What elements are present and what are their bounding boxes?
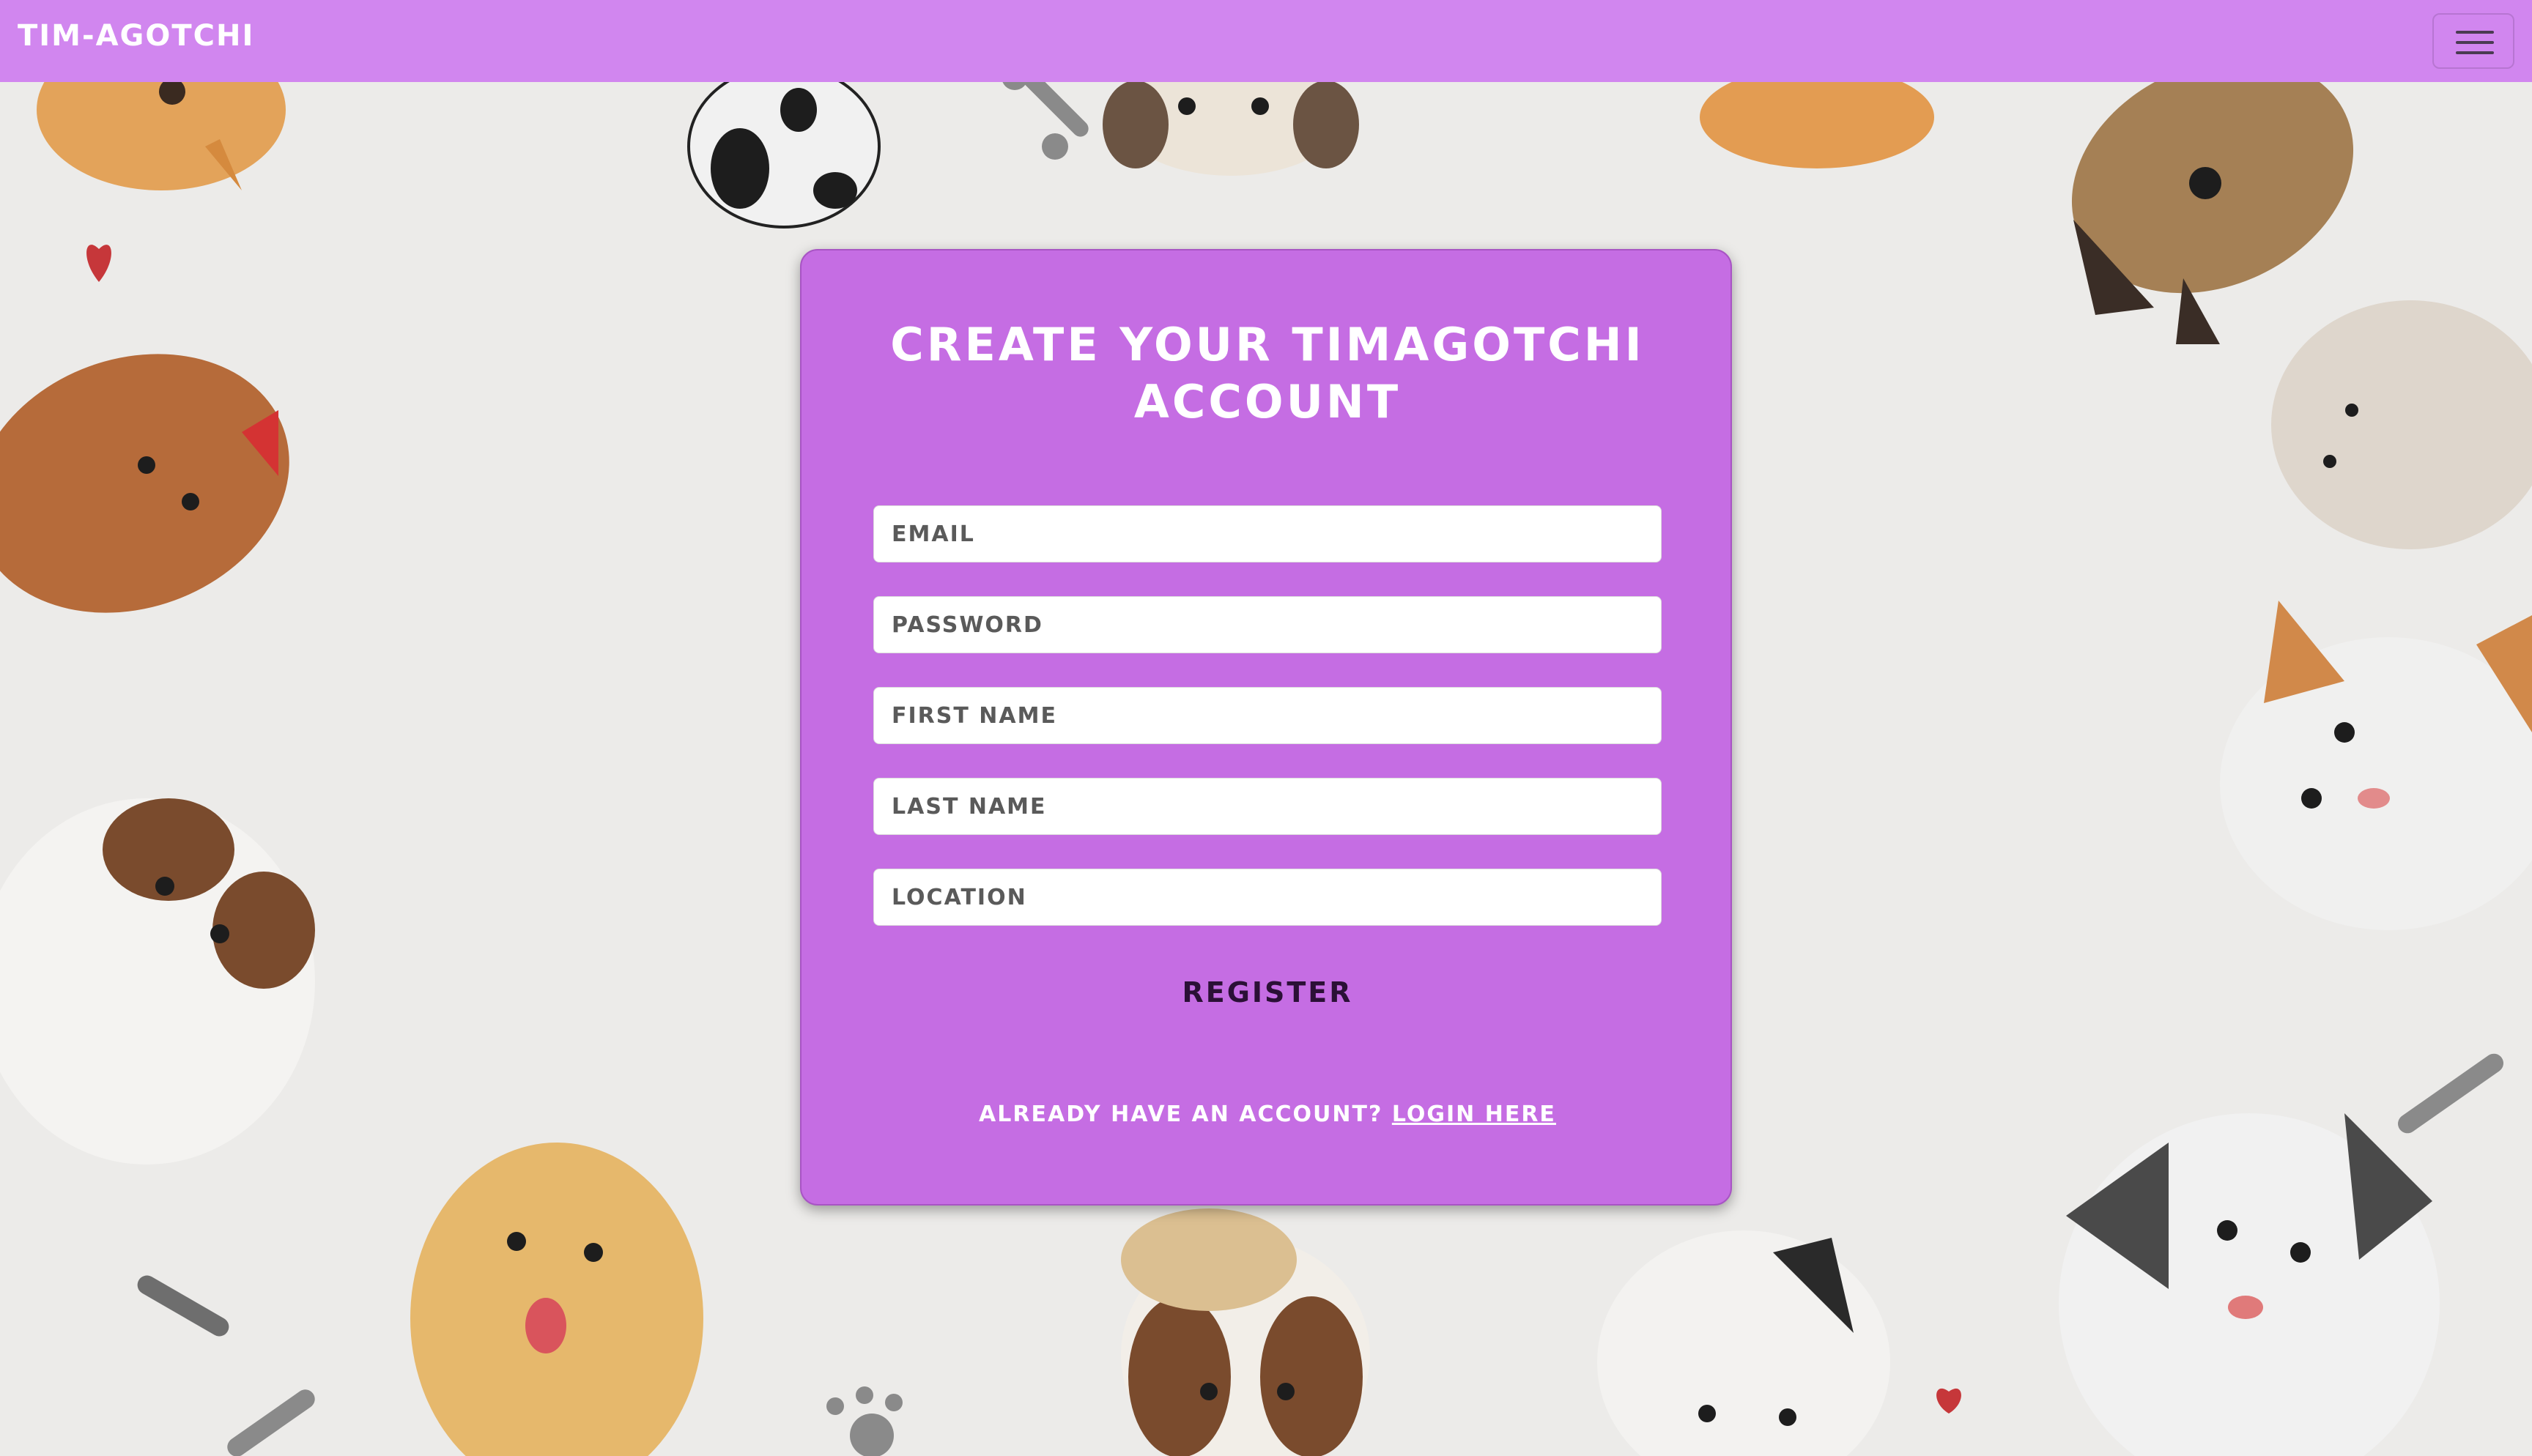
register-button[interactable]: REGISTER [1158,967,1377,1018]
login-prompt-line: ALREADY HAVE AN ACCOUNT? LOGIN HERE [860,1102,1675,1127]
last-name-field[interactable] [873,778,1662,835]
top-navbar: TIM-AGOTCHI [0,0,2532,82]
login-prompt-text: ALREADY HAVE AN ACCOUNT? [979,1102,1383,1127]
first-name-field[interactable] [873,687,1662,744]
page-title: CREATE YOUR TIMAGOTCHI ACCOUNT [890,318,1645,428]
hamburger-menu-button[interactable] [2432,13,2514,69]
email-field[interactable] [873,505,1662,562]
register-card: CREATE YOUR TIMAGOTCHI ACCOUNT REGISTER … [800,249,1732,1206]
location-field[interactable] [873,869,1662,926]
dog-icon [687,64,881,229]
brand-logo[interactable]: TIM-AGOTCHI [18,19,254,53]
password-field[interactable] [873,596,1662,653]
login-link[interactable]: LOGIN HERE [1392,1102,1556,1127]
